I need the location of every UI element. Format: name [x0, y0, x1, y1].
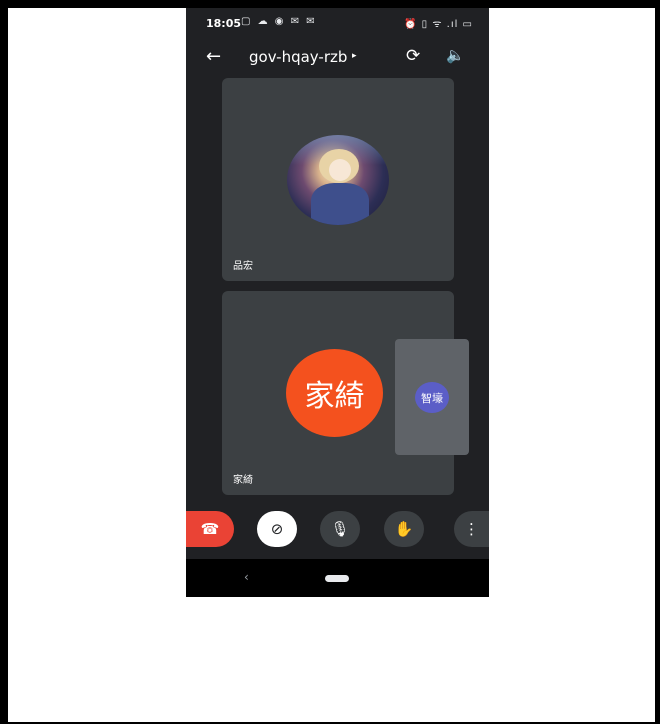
more-vertical-icon: ⋮: [464, 520, 479, 538]
phone-screen: 18:05 ▢ ☁ ◉ ✉ ✉ ⏰ ▯ ᯤ .ıl ▭ ← gov-hqay-r…: [186, 8, 489, 597]
more-options-button[interactable]: ⋮: [454, 511, 489, 547]
phone-hangup-icon: ☎: [200, 520, 220, 538]
microphone-toggle-button[interactable]: 🎙: [320, 511, 360, 547]
back-arrow-icon[interactable]: ←: [206, 46, 221, 67]
self-view-tile[interactable]: 智壕: [395, 339, 469, 455]
self-avatar: 智壕: [415, 382, 449, 413]
hand-icon: ✋: [394, 520, 414, 538]
camera-toggle-button[interactable]: ⊘: [257, 511, 297, 547]
notification-icons: ▢ ☁ ◉ ✉ ✉: [241, 16, 317, 27]
meeting-info-caret-icon[interactable]: ▸: [352, 51, 357, 61]
frame-border-right: [655, 0, 660, 724]
participant-avatar-photo: [287, 135, 389, 225]
system-nav-bar: ‹: [186, 559, 489, 597]
call-controls: ☎ ⊘ 🎙 ✋ ⋮: [186, 511, 489, 549]
switch-camera-icon[interactable]: ⟳: [406, 46, 420, 66]
frame-border-left: [0, 0, 8, 724]
video-off-icon: ⊘: [270, 520, 284, 538]
status-time: 18:05: [206, 17, 242, 30]
participant-tile[interactable]: 品宏: [222, 78, 454, 281]
hang-up-button[interactable]: ☎: [186, 511, 234, 547]
home-pill[interactable]: [325, 575, 349, 582]
app-bar: ← gov-hqay-rzb ▸ ⟳ 🔈: [186, 40, 489, 74]
frame-border-top: [0, 0, 660, 8]
status-bar: 18:05 ▢ ☁ ◉ ✉ ✉ ⏰ ▯ ᯤ .ıl ▭: [186, 8, 489, 38]
participant-name: 品宏: [233, 261, 253, 272]
participant-name: 家綺: [233, 475, 253, 486]
microphone-icon: 🎙: [330, 520, 350, 538]
speaker-icon[interactable]: 🔈: [446, 46, 465, 64]
meeting-code[interactable]: gov-hqay-rzb: [249, 48, 347, 66]
system-status-icons: ⏰ ▯ ᯤ .ıl ▭: [404, 19, 473, 30]
participant-avatar: 家綺: [286, 349, 383, 437]
nav-back-icon[interactable]: ‹: [244, 570, 249, 584]
raise-hand-button[interactable]: ✋: [384, 511, 424, 547]
